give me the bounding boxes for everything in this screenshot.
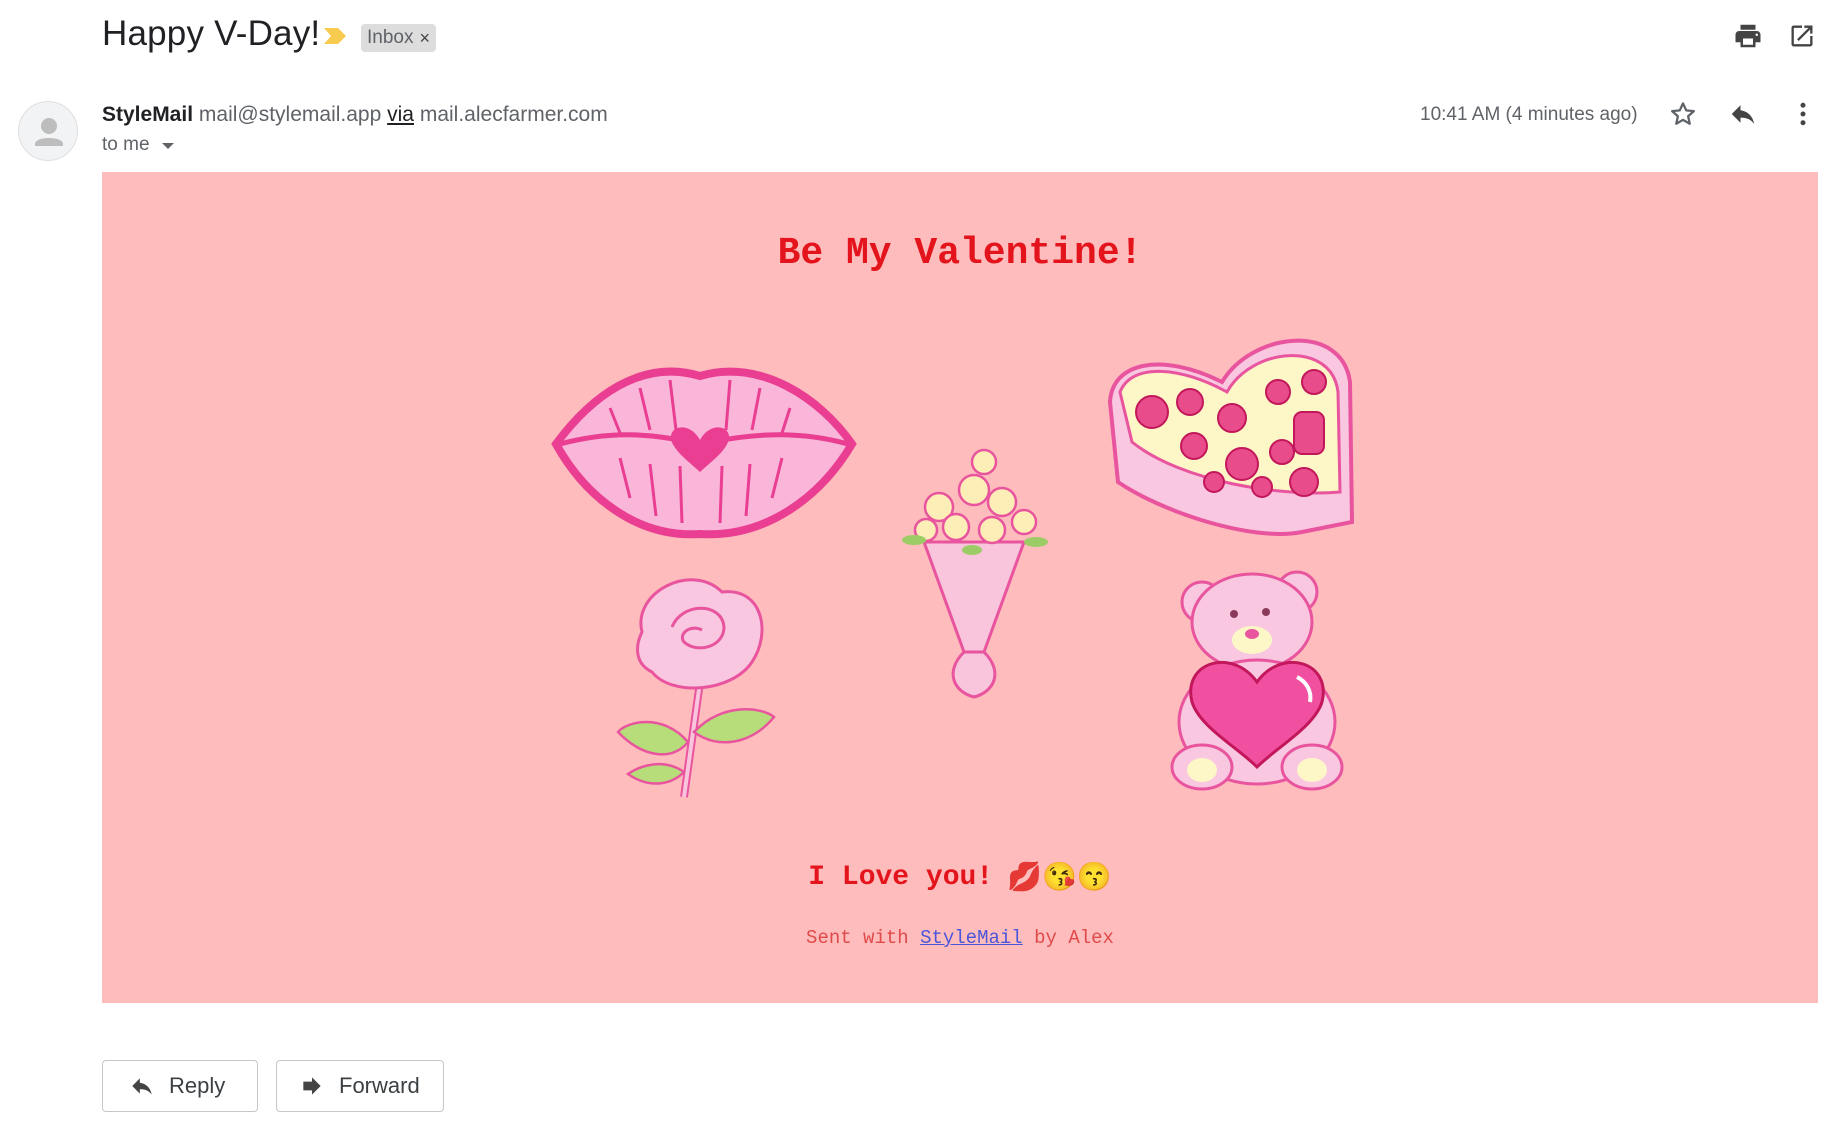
sender-email: mail@stylemail.app — [198, 103, 382, 126]
reply-icon — [1731, 105, 1755, 124]
stylemail-link[interactable]: StyleMail — [920, 927, 1023, 949]
print-button[interactable] — [1731, 19, 1765, 53]
love-message: I Love you! 💋😘😙 — [102, 860, 1818, 895]
sender-line: StyleMail mail@stylemail.app via mail.al… — [102, 103, 608, 127]
remove-label-button[interactable]: × — [419, 28, 430, 49]
teddy-bear-heart-illustration — [1170, 570, 1344, 791]
open-in-new-window-button[interactable] — [1785, 19, 1819, 53]
reply-label: Reply — [169, 1073, 226, 1098]
recipient-text: to me — [102, 134, 150, 155]
importance-marker-icon[interactable] — [322, 27, 348, 45]
sender-avatar[interactable] — [18, 101, 78, 161]
sent-prefix: Sent with — [806, 927, 909, 949]
reply-button[interactable]: Reply — [102, 1060, 258, 1112]
timestamp: 10:41 AM (4 minutes ago) — [1420, 104, 1638, 125]
recipient-dropdown[interactable]: to me — [102, 134, 174, 156]
love-text: I Love you! — [808, 862, 994, 893]
signature-line: Sent with StyleMail by Alex — [102, 927, 1818, 949]
label-text: Inbox — [367, 27, 414, 48]
more-vert-icon — [1800, 102, 1806, 126]
print-icon — [1735, 24, 1761, 48]
reply-icon-button[interactable] — [1726, 97, 1760, 131]
via-domain: mail.alecfarmer.com — [419, 103, 608, 126]
email-body: Be My Valentine! I Love you! 💋😘😙 Sent wi… — [102, 172, 1818, 1003]
heart-chocolate-box-illustration — [1107, 338, 1355, 536]
emoji-group: 💋😘😙 — [1007, 864, 1112, 895]
star-button[interactable] — [1666, 97, 1700, 131]
avatar-icon — [35, 118, 63, 146]
via-link[interactable]: via — [387, 103, 414, 126]
inbox-label-chip: Inbox × — [361, 24, 436, 52]
rose-bouquet-illustration — [902, 448, 1048, 699]
forward-label: Forward — [339, 1073, 420, 1098]
chevron-down-icon — [161, 143, 174, 149]
pink-rose-illustration — [616, 578, 776, 798]
more-options-button[interactable] — [1786, 97, 1820, 131]
email-subject: Happy V-Day! — [102, 14, 321, 53]
lips-illustration — [551, 367, 857, 539]
forward-button[interactable]: Forward — [276, 1060, 444, 1112]
open-in-new-window-icon — [1791, 25, 1813, 47]
reply-icon — [132, 1078, 152, 1095]
valentine-title: Be My Valentine! — [777, 232, 1143, 275]
sender-name[interactable]: StyleMail — [102, 103, 193, 126]
star-icon — [1671, 102, 1695, 125]
sent-suffix: by Alex — [1034, 927, 1114, 949]
forward-icon — [303, 1077, 321, 1095]
